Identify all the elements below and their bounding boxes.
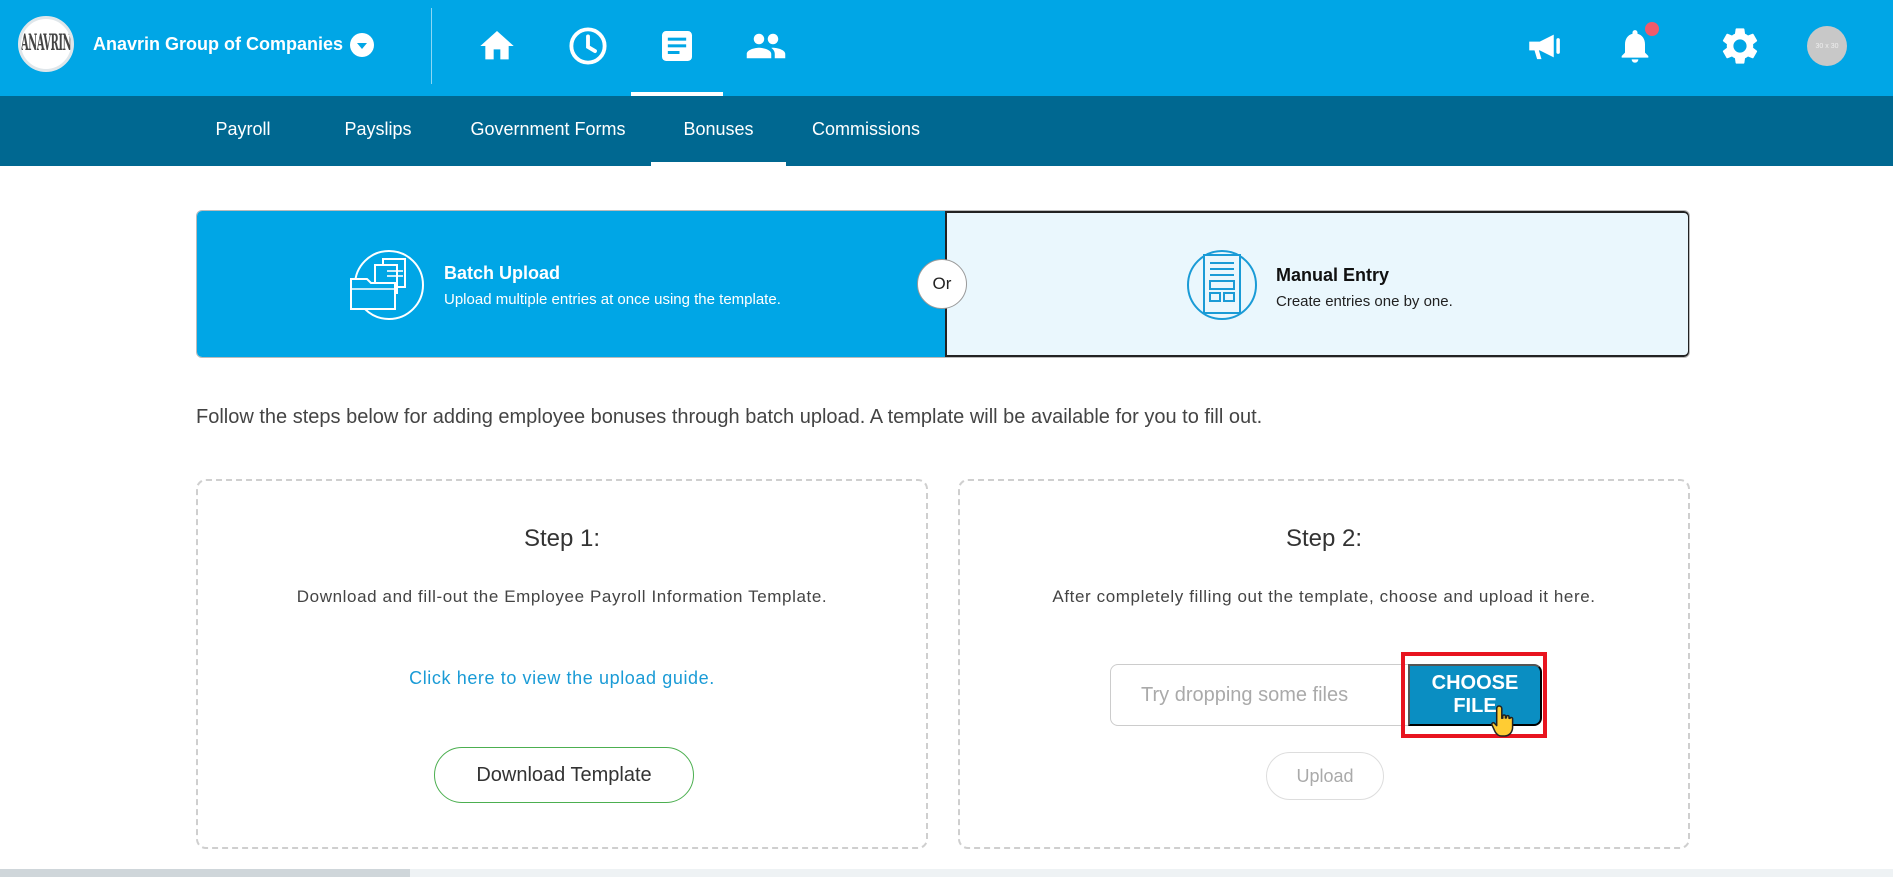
document-icon[interactable] xyxy=(653,22,701,70)
top-bar: ANAVRIN Anavrin Group of Companies 30 x … xyxy=(0,0,1893,96)
sub-nav: Payroll Payslips Government Forms Bonuse… xyxy=(0,96,1893,166)
step-2-title: Step 2: xyxy=(1285,525,1363,552)
manual-entry-desc: Create entries one by one. xyxy=(1276,293,1453,310)
avatar-text: 30 x 30 xyxy=(1815,42,1839,50)
tab-payroll[interactable]: Payroll xyxy=(196,96,290,166)
scrollbar-thumb[interactable] xyxy=(0,869,410,877)
download-template-button[interactable]: Download Template xyxy=(434,747,694,803)
home-icon[interactable] xyxy=(473,22,521,70)
gear-icon[interactable] xyxy=(1716,22,1764,70)
notification-badge xyxy=(1645,22,1659,36)
manual-entry-icon xyxy=(1186,247,1258,328)
batch-upload-icon xyxy=(349,249,425,326)
or-separator: Or xyxy=(917,259,967,309)
step-1-title: Step 1: xyxy=(523,525,601,552)
upload-button[interactable]: Upload xyxy=(1266,752,1384,800)
logo-text: ANAVRIN xyxy=(20,31,72,57)
choose-file-highlight xyxy=(1401,652,1547,738)
tab-bonuses[interactable]: Bonuses xyxy=(651,96,786,166)
batch-upload-title: Batch Upload xyxy=(444,263,561,283)
people-icon[interactable] xyxy=(742,22,790,70)
header-divider xyxy=(431,8,432,84)
step-2-desc: After completely filling out the templat… xyxy=(1052,587,1596,606)
company-dropdown-icon[interactable] xyxy=(350,33,374,57)
tab-commissions[interactable]: Commissions xyxy=(800,96,932,166)
clock-icon[interactable] xyxy=(564,22,612,70)
company-logo[interactable]: ANAVRIN xyxy=(18,16,74,72)
step-2-card: Step 2: After completely filling out the… xyxy=(958,479,1690,849)
instructions-text: Follow the steps below for adding employ… xyxy=(196,406,1263,428)
tab-payslips[interactable]: Payslips xyxy=(331,96,425,166)
step-1-desc: Download and fill-out the Employee Payro… xyxy=(296,587,828,606)
hand-pointer-icon xyxy=(1490,703,1520,739)
step-1-card: Step 1: Download and fill-out the Employ… xyxy=(196,479,928,849)
avatar[interactable]: 30 x 30 xyxy=(1807,26,1847,66)
company-name[interactable]: Anavrin Group of Companies xyxy=(93,34,343,55)
manual-entry-title: Manual Entry xyxy=(1276,265,1390,285)
file-drop-input[interactable]: Try dropping some files xyxy=(1110,664,1410,726)
batch-upload-option[interactable]: Batch Upload Upload multiple entries at … xyxy=(197,211,945,357)
upload-guide-link[interactable]: Click here to view the upload guide. xyxy=(198,668,926,689)
manual-entry-option[interactable]: Manual Entry Create entries one by one. xyxy=(945,211,1689,357)
batch-upload-desc: Upload multiple entries at once using th… xyxy=(444,291,781,308)
megaphone-icon[interactable] xyxy=(1521,22,1569,70)
tab-government-forms[interactable]: Government Forms xyxy=(462,96,634,166)
tab-active-indicator xyxy=(651,162,786,166)
